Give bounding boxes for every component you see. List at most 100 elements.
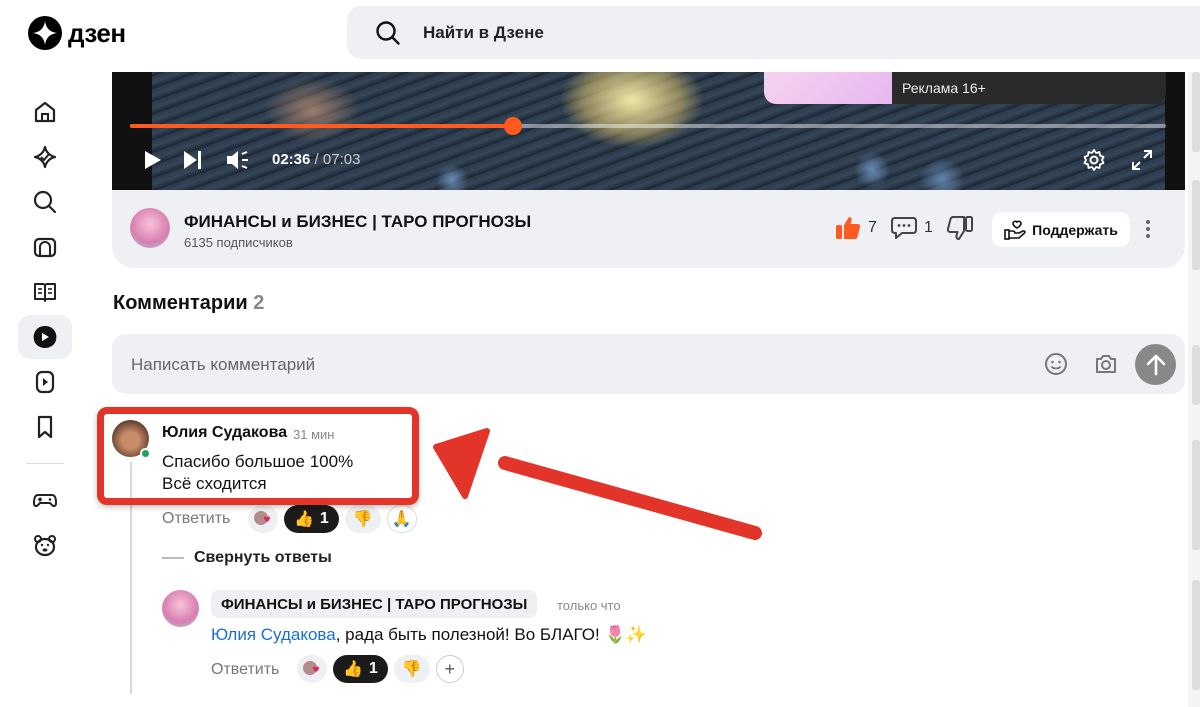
comment-input-placeholder: Написать комментарий	[131, 355, 316, 374]
search-bar[interactable]: Найти в Дзене	[347, 6, 1200, 59]
channel-subscribers: 6135 подписчиков	[184, 235, 293, 250]
gear-icon	[1083, 149, 1105, 171]
right-panel-block	[1192, 580, 1200, 690]
support-label: Поддержать	[1032, 221, 1118, 238]
sidebar-item-home[interactable]	[18, 90, 72, 134]
bookmark-icon	[37, 415, 53, 439]
emoji-button[interactable]	[1042, 350, 1070, 378]
avatar-heart-icon	[254, 511, 270, 525]
sidebar	[0, 72, 88, 707]
fullscreen-button[interactable]	[1128, 146, 1156, 174]
video-card: Реклама 16+ 02:36 / 07:03 ФИНАНСЫ и БИЗН…	[112, 40, 1185, 268]
reply-reaction-thumbs-up[interactable]: 👍 1	[333, 655, 388, 683]
reaction-count: 1	[319, 510, 329, 527]
thumbs-down-emoji-icon: 👎	[401, 661, 422, 678]
channel-avatar[interactable]	[130, 208, 170, 248]
reply-to-reply-button[interactable]: Ответить	[211, 661, 279, 679]
mute-button[interactable]	[224, 146, 252, 174]
right-panel-block	[1192, 180, 1200, 270]
shorts-icon	[35, 370, 55, 394]
sidebar-item-search[interactable]	[18, 180, 72, 224]
speaker-muted-icon	[227, 151, 248, 169]
collapse-replies-button[interactable]: Свернуть ответы	[162, 549, 332, 567]
ad-label: Реклама 16+	[902, 80, 986, 96]
comment-icon	[891, 217, 917, 239]
sidebar-item-articles[interactable]	[18, 270, 72, 314]
reply-avatar[interactable]	[162, 590, 199, 627]
right-panel-block	[1192, 440, 1200, 550]
dzen-logo[interactable]: дзен	[28, 16, 126, 50]
news-icon	[33, 237, 57, 258]
more-vertical-icon	[1146, 220, 1150, 238]
play-icon	[145, 151, 161, 169]
sidebar-item-shorts[interactable]	[18, 360, 72, 404]
logo-text: дзен	[68, 17, 126, 48]
reply-reaction-count: 1	[368, 660, 378, 677]
reply-text: Юлия Судакова, рада быть полезной! Во БЛ…	[211, 625, 647, 645]
attach-photo-button[interactable]	[1092, 350, 1120, 378]
right-panel-block	[1192, 345, 1200, 405]
reply-body: , рада быть полезной! Во БЛАГО! 🌷✨	[335, 625, 647, 644]
progress-bar[interactable]	[130, 117, 1166, 135]
send-comment-button[interactable]	[1135, 344, 1176, 385]
add-reaction-button[interactable]: +	[435, 655, 464, 683]
collapse-label: Свернуть ответы	[194, 549, 332, 566]
thumbs-down-icon	[946, 216, 973, 240]
smile-icon	[1045, 353, 1067, 375]
arrow-up-icon	[1146, 354, 1165, 375]
reply-reaction-thumbs-down[interactable]: 👎	[393, 655, 430, 683]
bear-icon	[34, 535, 56, 557]
plus-icon: +	[444, 658, 455, 679]
more-options-button[interactable]	[1138, 214, 1158, 244]
comments-count: 2	[253, 292, 265, 314]
reply-button[interactable]: Ответить	[162, 510, 230, 528]
comment-count: 1	[924, 219, 933, 236]
progress-knob[interactable]	[504, 117, 523, 135]
support-button[interactable]: Поддержать	[992, 212, 1130, 247]
sidebar-item-kids[interactable]	[18, 523, 72, 567]
skip-next-icon	[184, 151, 201, 169]
reaction-pray[interactable]: 🙏	[386, 505, 417, 533]
comment-input[interactable]: Написать комментарий	[112, 334, 1185, 394]
subscriptions-icon	[33, 145, 57, 169]
thumbs-up-emoji-icon: 👍	[343, 661, 363, 678]
avatar-heart-icon	[303, 661, 319, 675]
video-time: 02:36 / 07:03	[272, 151, 360, 168]
comments-button[interactable]: 1	[890, 215, 933, 241]
time-separator: /	[314, 151, 319, 168]
play-button[interactable]	[138, 146, 166, 174]
fullscreen-icon	[1132, 150, 1152, 170]
articles-icon	[34, 283, 56, 302]
time-total: 07:03	[322, 151, 361, 168]
camera-icon	[1096, 355, 1116, 373]
sidebar-item-news[interactable]	[18, 225, 72, 269]
thumbs-up-icon	[836, 217, 861, 239]
next-button[interactable]	[178, 146, 206, 174]
gamepad-icon	[33, 494, 57, 508]
dislike-button[interactable]	[946, 215, 974, 241]
sidebar-item-bookmarks[interactable]	[18, 405, 72, 449]
search-icon	[376, 20, 400, 45]
sidebar-item-games[interactable]	[18, 478, 72, 522]
header: дзен Найти в Дзене	[0, 0, 1200, 72]
collapse-dash	[162, 557, 184, 559]
sidebar-divider	[26, 463, 64, 464]
like-button[interactable]: 7	[834, 215, 877, 241]
progress-fill	[130, 124, 514, 128]
search-icon	[33, 190, 57, 214]
home-icon	[34, 101, 56, 123]
settings-button[interactable]	[1080, 146, 1108, 174]
thumbs-up-emoji-icon: 👍	[294, 511, 314, 528]
channel-name[interactable]: ФИНАНСЫ и БИЗНЕС | ТАРО ПРОГНОЗЫ	[184, 212, 531, 232]
reaction-thumbs-down[interactable]: 👎	[344, 505, 381, 533]
reply-reacted-users-avatar[interactable]	[297, 655, 327, 683]
sidebar-item-subscriptions[interactable]	[18, 135, 72, 179]
pray-emoji-icon: 🙏	[391, 511, 412, 528]
reaction-thumbs-up[interactable]: 👍 1	[284, 505, 339, 533]
sidebar-item-video[interactable]	[18, 315, 72, 359]
reacted-users-avatar[interactable]	[248, 505, 278, 533]
video-icon	[33, 326, 57, 348]
reply-author[interactable]: ФИНАНСЫ и БИЗНЕС | ТАРО ПРОГНОЗЫ	[211, 590, 538, 618]
reply-mention[interactable]: Юлия Судакова	[211, 625, 336, 644]
time-current: 02:36	[272, 151, 311, 168]
